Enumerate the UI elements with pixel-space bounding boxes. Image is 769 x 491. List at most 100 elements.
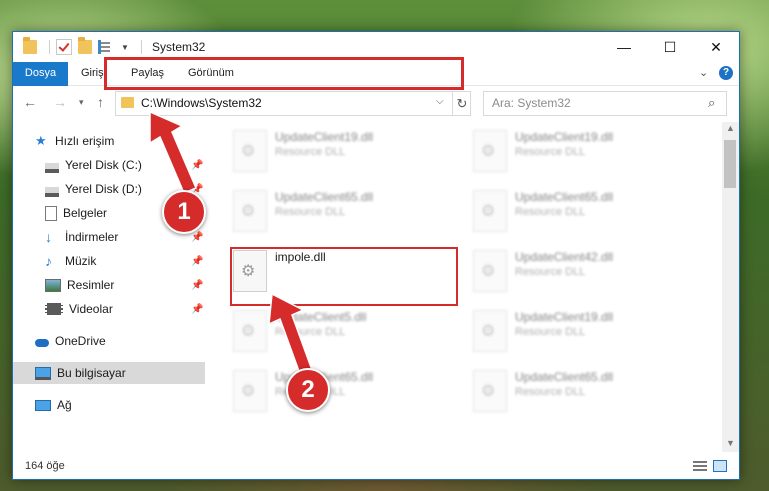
nav-label: Videolar — [69, 302, 113, 316]
folder-icon[interactable] — [23, 37, 37, 54]
dll-file-icon — [473, 370, 507, 412]
scroll-down-icon[interactable]: ▼ — [726, 438, 735, 448]
pin-icon[interactable]: 📌 — [191, 160, 203, 171]
pin-icon[interactable]: 📌 — [191, 232, 203, 243]
address-path[interactable]: C:\Windows\System32 — [141, 96, 262, 110]
file-name: UpdateClient19.dll — [515, 130, 614, 144]
properties-check-icon[interactable] — [56, 39, 72, 55]
nav-label: Resimler — [67, 278, 115, 292]
file-type: Resource DLL — [515, 326, 586, 338]
search-placeholder: Ara: System32 — [492, 96, 571, 110]
minimize-button[interactable]: — — [601, 32, 647, 62]
help-icon[interactable]: ? — [719, 66, 733, 80]
nav-item-videos[interactable]: Videolar 📌 — [13, 298, 205, 320]
folder-icon — [121, 97, 134, 108]
tab-home[interactable]: Giriş — [81, 62, 104, 85]
nav-item-music[interactable]: ♪ Müzik 📌 — [13, 250, 205, 272]
file-name: UpdateClient65.dll — [515, 370, 614, 384]
nav-label: Müzik — [65, 254, 97, 268]
divider — [140, 40, 142, 54]
file-item[interactable]: UpdateClient42.dll Resource DLL — [473, 248, 703, 298]
computer-icon — [35, 366, 51, 380]
file-name: UpdateClient19.dll — [275, 130, 374, 144]
file-item[interactable]: UpdateClient5.dll Resource DLL — [233, 308, 463, 358]
file-type: Resource DLL — [275, 326, 346, 338]
address-dropdown-icon[interactable]: ⌵ — [436, 96, 444, 107]
expand-ribbon-icon[interactable]: ⌄ — [699, 66, 708, 79]
recent-locations-chevron-icon[interactable]: ▾ — [79, 97, 84, 108]
forward-arrow-icon[interactable]: → — [53, 94, 67, 110]
dll-file-icon — [233, 370, 267, 412]
details-view-icon[interactable] — [693, 460, 707, 472]
new-folder-icon[interactable] — [78, 37, 92, 54]
file-name: UpdateClient65.dll — [275, 190, 374, 204]
nav-quick-access[interactable]: ★ Hızlı erişim — [13, 130, 205, 152]
nav-label: Yerel Disk (D:) — [65, 182, 142, 196]
file-item[interactable]: UpdateClient19.dll Resource DLL — [473, 308, 703, 358]
pin-icon[interactable]: 📌 — [191, 304, 203, 315]
cloud-icon — [35, 339, 49, 347]
callout-badge-1: 1 — [162, 190, 206, 234]
file-highlight — [230, 247, 458, 306]
file-item[interactable]: UpdateClient65.dll Resource DLL — [233, 188, 463, 238]
refresh-icon[interactable]: ↻ — [452, 92, 471, 115]
nav-label: Bu bilgisayar — [57, 366, 126, 380]
dll-file-icon — [233, 310, 267, 352]
file-type: Resource DLL — [515, 146, 586, 158]
callout-badge-2: 2 — [286, 368, 330, 412]
up-arrow-icon[interactable]: ↑ — [97, 94, 104, 110]
network-icon — [35, 399, 51, 411]
videos-icon — [45, 303, 63, 315]
customize-chevron-icon[interactable]: ▼ — [121, 43, 129, 52]
pin-icon[interactable]: 📌 — [191, 256, 203, 267]
vertical-scrollbar[interactable]: ▲ ▼ — [722, 122, 739, 452]
quick-access-toolbar: ▼ — [23, 37, 148, 55]
maximize-button[interactable]: ☐ — [647, 32, 693, 62]
nav-label: Belgeler — [63, 206, 108, 220]
nav-item-drive-c[interactable]: Yerel Disk (C:) 📌 — [13, 154, 205, 176]
nav-label: Yerel Disk (C:) — [65, 158, 142, 172]
nav-label: OneDrive — [55, 334, 106, 348]
back-arrow-icon[interactable]: ← — [23, 94, 37, 110]
nav-network[interactable]: Ağ — [13, 394, 205, 416]
nav-label: İndirmeler — [65, 230, 119, 244]
address-bar[interactable]: C:\Windows\System32 ⌵ ↻ — [115, 91, 471, 116]
file-name: UpdateClient65.dll — [515, 190, 614, 204]
file-name: UpdateClient19.dll — [515, 310, 614, 324]
scroll-up-icon[interactable]: ▲ — [726, 123, 735, 133]
nav-label: Hızlı erişim — [55, 134, 115, 148]
close-button[interactable]: ✕ — [693, 32, 739, 62]
dll-file-icon — [473, 190, 507, 232]
file-item[interactable]: UpdateClient65.dll Resource DLL — [473, 368, 703, 418]
file-name: UpdateClient42.dll — [515, 250, 614, 264]
large-icons-view-icon[interactable] — [713, 460, 727, 472]
dll-file-icon — [473, 250, 507, 292]
file-item[interactable]: UpdateClient65.dll Resource DLL — [473, 188, 703, 238]
music-icon: ♪ — [45, 253, 52, 269]
file-item[interactable]: UpdateClient19.dll Resource DLL — [473, 128, 703, 178]
file-name: UpdateClient5.dll — [275, 310, 367, 324]
file-item[interactable]: UpdateClient65.dll Resource DLL — [233, 368, 463, 418]
divider — [49, 40, 50, 54]
nav-item-pictures[interactable]: Resimler 📌 — [13, 274, 205, 296]
file-type: Resource DLL — [275, 146, 346, 158]
search-icon[interactable]: ⌕ — [708, 95, 715, 111]
view-details-icon[interactable] — [98, 40, 115, 54]
search-input[interactable]: Ara: System32 ⌕ — [483, 91, 727, 116]
address-bar-highlight — [104, 57, 464, 90]
nav-this-pc[interactable]: Bu bilgisayar — [13, 362, 205, 384]
address-row: ← → ▾ ↑ C:\Windows\System32 ⌵ ↻ Ara: Sys… — [13, 86, 739, 120]
file-type: Resource DLL — [515, 206, 586, 218]
downloads-icon: ↓ — [45, 229, 52, 245]
pin-icon[interactable]: 📌 — [191, 280, 203, 291]
file-item[interactable]: UpdateClient19.dll Resource DLL — [233, 128, 463, 178]
pictures-icon — [45, 278, 61, 292]
window-title: System32 — [152, 40, 206, 54]
drive-icon — [45, 163, 59, 173]
file-type: Resource DLL — [515, 266, 586, 278]
file-type: Resource DLL — [275, 206, 346, 218]
nav-onedrive[interactable]: OneDrive — [13, 330, 205, 352]
scrollbar-thumb[interactable] — [724, 140, 736, 188]
documents-icon — [45, 205, 57, 221]
star-icon: ★ — [35, 133, 47, 148]
